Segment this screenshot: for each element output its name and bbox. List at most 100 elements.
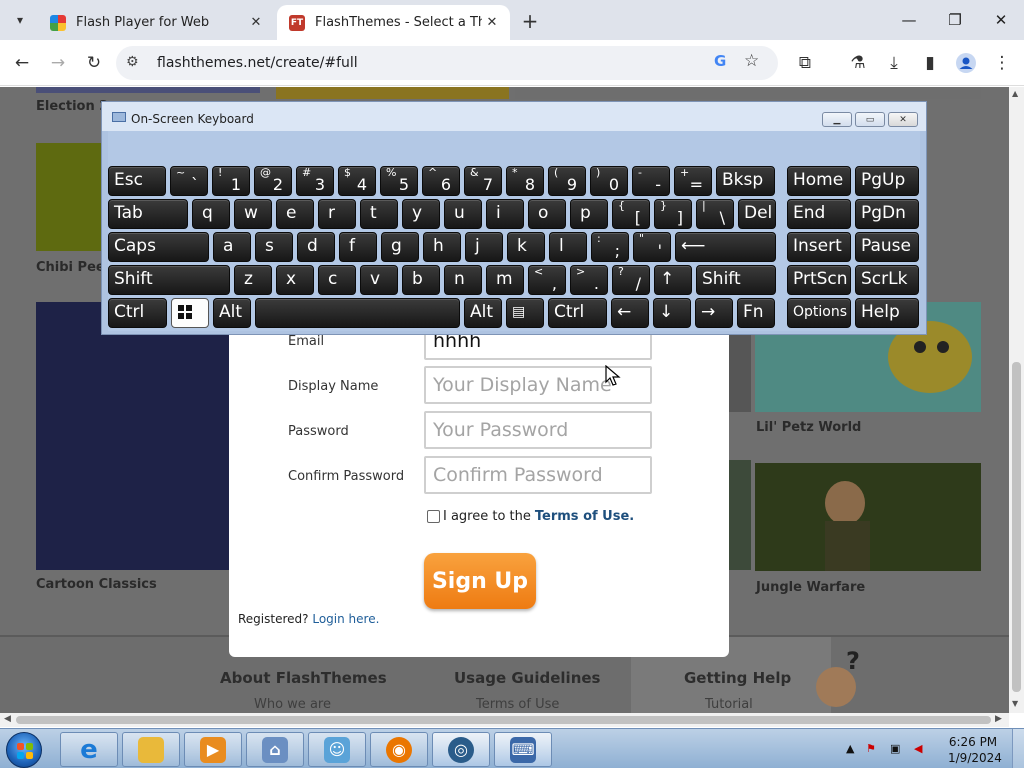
key-w[interactable]: w: [234, 199, 272, 229]
password-field[interactable]: Your Password: [424, 411, 652, 449]
key-j[interactable]: j: [465, 232, 503, 262]
key-left-arrow[interactable]: ←: [611, 298, 649, 328]
key-0[interactable]: ) 0: [590, 166, 628, 196]
key-pause[interactable]: Pause: [855, 232, 919, 262]
taskbar-explorer[interactable]: [122, 732, 180, 767]
key-bksp[interactable]: Bksp: [716, 166, 775, 196]
key-f[interactable]: f: [339, 232, 377, 262]
footer-usage-heading[interactable]: Usage Guidelines: [454, 669, 600, 687]
key-tab[interactable]: Tab: [108, 199, 188, 229]
key-2[interactable]: @2: [254, 166, 292, 196]
close-icon[interactable]: ✕: [246, 13, 266, 33]
taskbar-keyboard[interactable]: ⌨: [494, 732, 552, 767]
footer-help-link[interactable]: Tutorial: [705, 697, 753, 712]
show-desktop-button[interactable]: [1012, 729, 1024, 768]
taskbar-ie[interactable]: e: [60, 732, 118, 767]
key-alt[interactable]: Alt: [464, 298, 502, 328]
menu-kebab-icon[interactable]: ⋮: [989, 50, 1015, 76]
agree-terms-checkbox[interactable]: [427, 510, 440, 523]
horizontal-scrollbar[interactable]: ◀ ▶: [0, 713, 1009, 727]
login-link[interactable]: Login here.: [312, 612, 379, 626]
key-e[interactable]: e: [276, 199, 314, 229]
address-bar[interactable]: ⚙ flashthemes.net/create/#full G ☆: [116, 46, 778, 80]
volume-muted-icon[interactable]: ◀: [914, 742, 922, 755]
key-i[interactable]: i: [486, 199, 524, 229]
taskbar-blender[interactable]: ◉: [370, 732, 428, 767]
tab-flashthemes[interactable]: FT FlashThemes - Select a Theme! ✕: [277, 5, 510, 40]
key-y[interactable]: y: [402, 199, 440, 229]
theme-label[interactable]: Jungle Warfare: [756, 580, 865, 595]
key-%2F[interactable]: ? /: [612, 265, 650, 295]
key-c[interactable]: c: [318, 265, 356, 295]
profile-avatar-icon[interactable]: [953, 50, 979, 76]
theme-label[interactable]: Election 2: [36, 99, 108, 114]
key-scrlk[interactable]: ScrLk: [855, 265, 919, 295]
key-4[interactable]: $4: [338, 166, 376, 196]
theme-label[interactable]: Lil' Petz World: [756, 420, 861, 435]
bookmark-star-icon[interactable]: ☆: [744, 51, 759, 71]
footer-help-heading[interactable]: Getting Help: [684, 669, 791, 687]
minimize-window-button[interactable]: —: [894, 6, 924, 34]
key-%5B[interactable]: {[: [612, 199, 650, 229]
key-pgup[interactable]: PgUp: [855, 166, 919, 196]
key-%5D[interactable]: }]: [654, 199, 692, 229]
back-button[interactable]: ←: [8, 49, 36, 77]
key-ctrl[interactable]: Ctrl: [548, 298, 607, 328]
key-m[interactable]: m: [486, 265, 524, 295]
key-insert[interactable]: Insert: [787, 232, 851, 262]
key-u[interactable]: u: [444, 199, 482, 229]
scrollbar-thumb[interactable]: [1012, 362, 1021, 692]
tab-search-button[interactable]: ▾: [8, 8, 32, 32]
key-home[interactable]: Home: [787, 166, 851, 196]
taskbar-people[interactable]: ☺: [308, 732, 366, 767]
vertical-scrollbar[interactable]: ▲ ▼: [1009, 87, 1024, 713]
network-icon[interactable]: ▣: [890, 742, 900, 755]
start-button[interactable]: [6, 732, 42, 768]
google-lens-icon[interactable]: G: [714, 52, 726, 70]
osk-titlebar[interactable]: On-Screen Keyboard ▁ ▭ ✕: [102, 102, 926, 131]
sign-up-button[interactable]: Sign Up: [424, 553, 536, 609]
theme-label[interactable]: Cartoon Classics: [36, 577, 157, 592]
reload-button[interactable]: ↻: [80, 49, 108, 77]
key-right-arrow[interactable]: →: [695, 298, 733, 328]
osk-close-button[interactable]: ✕: [888, 112, 918, 127]
download-icon[interactable]: ⤓: [881, 50, 907, 76]
key-space[interactable]: [255, 298, 460, 328]
key-enter[interactable]: ⟵: [675, 232, 776, 262]
theme-thumbnail[interactable]: [515, 87, 981, 99]
key-p[interactable]: p: [570, 199, 608, 229]
key-l[interactable]: l: [549, 232, 587, 262]
key-esc[interactable]: Esc: [108, 166, 166, 196]
key-q[interactable]: q: [192, 199, 230, 229]
theme-thumbnail[interactable]: [36, 302, 260, 570]
key-help[interactable]: Help: [855, 298, 919, 328]
key-n[interactable]: n: [444, 265, 482, 295]
footer-usage-link[interactable]: Terms of Use: [476, 697, 559, 712]
key-t[interactable]: t: [360, 199, 398, 229]
close-window-button[interactable]: ✕: [986, 6, 1016, 34]
confirm-password-field[interactable]: Confirm Password: [424, 456, 652, 494]
key-5[interactable]: % 5: [380, 166, 418, 196]
action-center-icon[interactable]: ⚑: [866, 742, 876, 755]
key-v[interactable]: v: [360, 265, 398, 295]
key-prtscn[interactable]: PrtScn: [787, 265, 851, 295]
taskbar-media-player[interactable]: ▶: [184, 732, 242, 767]
key-shift[interactable]: Shift: [108, 265, 230, 295]
key-windows[interactable]: [171, 298, 209, 328]
new-tab-button[interactable]: +: [518, 9, 542, 33]
restore-window-button[interactable]: ❐: [940, 6, 970, 34]
key-x[interactable]: x: [276, 265, 314, 295]
key-alt[interactable]: Alt: [213, 298, 251, 328]
key-o[interactable]: o: [528, 199, 566, 229]
key-ctrl[interactable]: Ctrl: [108, 298, 167, 328]
key-h[interactable]: h: [423, 232, 461, 262]
key-k[interactable]: k: [507, 232, 545, 262]
key-%2C[interactable]: <,: [528, 265, 566, 295]
taskbar-steam[interactable]: ◎: [432, 732, 490, 767]
tab-flash-player[interactable]: Flash Player for Web ✕: [38, 5, 274, 40]
key-1[interactable]: ! 1: [212, 166, 250, 196]
key-s[interactable]: s: [255, 232, 293, 262]
key-up-arrow[interactable]: ↑: [654, 265, 692, 295]
extensions-icon[interactable]: ⧉: [792, 50, 818, 76]
key-g[interactable]: g: [381, 232, 419, 262]
